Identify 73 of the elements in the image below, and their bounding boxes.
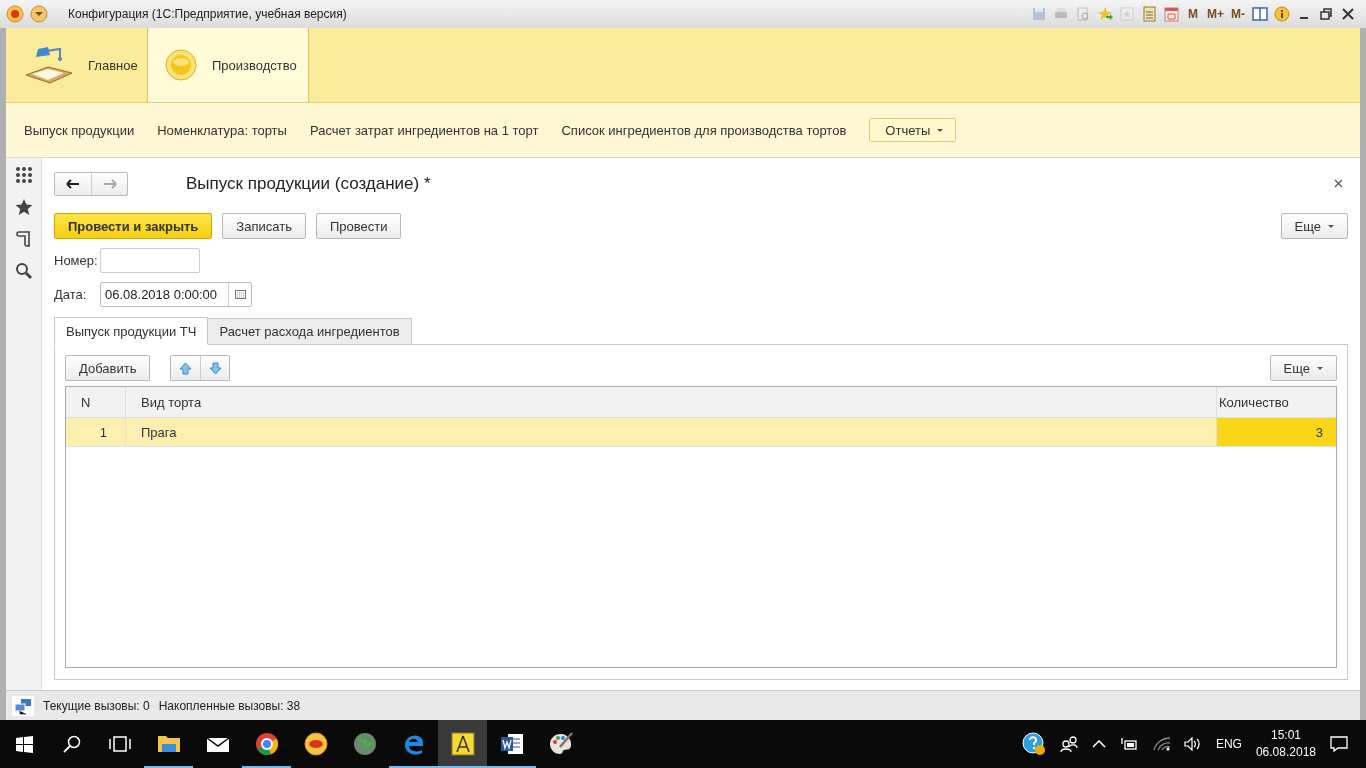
section-tab[interactable]: Главное: [6, 28, 148, 102]
column-header[interactable]: N: [66, 387, 126, 417]
globe-icon: [351, 731, 378, 757]
search-icon[interactable]: [14, 262, 33, 280]
apps-grid-icon[interactable]: [14, 166, 33, 184]
table-cell: 3: [1217, 418, 1336, 446]
more-button[interactable]: Еще: [1280, 213, 1348, 239]
search-icon[interactable]: [63, 735, 81, 753]
caret-icon: [1317, 366, 1323, 370]
menu-dropdown-icon[interactable]: [30, 5, 48, 23]
notifications-icon[interactable]: [1330, 736, 1348, 752]
reports-button[interactable]: Отчеты: [869, 118, 957, 142]
number-field[interactable]: [100, 248, 200, 273]
panels-icon[interactable]: [1252, 6, 1268, 22]
table-row[interactable]: 1 Прага 3: [66, 418, 1336, 447]
app-logo-icon[interactable]: [6, 5, 24, 23]
add-button[interactable]: Добавить: [65, 355, 151, 381]
document-w-icon: [498, 731, 525, 757]
column-header[interactable]: Вид торта: [126, 387, 1217, 417]
down-arrow-icon: [208, 361, 222, 375]
close-icon[interactable]: [1334, 179, 1343, 188]
memory-button[interactable]: M+: [1207, 4, 1224, 24]
people-icon[interactable]: [1059, 736, 1078, 752]
wifi-icon[interactable]: [1151, 737, 1170, 751]
network-computers-icon: [12, 695, 34, 716]
speaker-icon[interactable]: [1183, 737, 1202, 751]
clock-time[interactable]: 15:01: [1270, 727, 1301, 744]
info-icon[interactable]: [1274, 6, 1290, 22]
back-arrow-icon: [66, 178, 80, 189]
restore-icon[interactable]: [1318, 6, 1334, 22]
nav-link[interactable]: Расчет затрат ингредиентов на 1 торт: [309, 122, 539, 138]
field-label: Номер:: [54, 253, 99, 268]
close-icon[interactable]: [1340, 6, 1356, 22]
round-browser-icon: [253, 731, 280, 757]
taskbar-app-button[interactable]: [438, 720, 487, 768]
command-button[interactable]: Провести: [315, 213, 402, 239]
status-text: Текущие вызовы: 0: [43, 698, 150, 713]
field-label: Дата:: [54, 287, 88, 302]
star-arrow-icon[interactable]: [1097, 6, 1113, 22]
nav-link[interactable]: Список ингредиентов для производства тортов: [561, 122, 847, 138]
battery-plug-icon[interactable]: [1119, 737, 1138, 751]
forward-arrow-icon: [102, 178, 117, 189]
chevron-up-icon[interactable]: [1091, 740, 1106, 748]
form-title: Выпуск продукции (создание) *: [186, 173, 432, 194]
calendar-icon[interactable]: [1163, 6, 1179, 22]
language-indicator[interactable]: ENG: [1215, 737, 1242, 751]
caret-icon: [937, 128, 944, 132]
palette-brush-icon: [547, 731, 574, 757]
clock-date[interactable]: 06.08.2018: [1255, 744, 1316, 761]
caret-icon: [1328, 224, 1334, 228]
window-title: Конфигурация (1С:Предприятие, учебная версия): [68, 7, 348, 21]
nav-link[interactable]: Выпуск продукции: [24, 122, 135, 138]
status-text: Накопленные вызовы: 38: [158, 698, 301, 713]
tab[interactable]: Выпуск продукции ТЧ: [54, 317, 209, 345]
calendar-icon[interactable]: [234, 290, 246, 299]
table-cell: 1: [66, 418, 126, 446]
nav-link[interactable]: Номенклатура: торты: [157, 122, 287, 138]
date-field[interactable]: 06.08.2018 0:00:00: [100, 282, 252, 307]
memory-button[interactable]: M-: [1230, 4, 1246, 24]
tab[interactable]: Расчет расхода ингредиентов: [207, 318, 412, 345]
disc-icon: [164, 48, 198, 82]
star-icon[interactable]: [14, 198, 33, 216]
more-button[interactable]: Еще: [1269, 355, 1337, 381]
command-button[interactable]: Записать: [222, 213, 306, 239]
memory-button[interactable]: M: [1185, 4, 1201, 24]
coin-icon: [302, 731, 329, 757]
windows-logo-icon[interactable]: [15, 735, 33, 753]
help-badge-icon[interactable]: [1021, 732, 1046, 756]
column-header[interactable]: Количество: [1217, 387, 1336, 417]
task-view-icon[interactable]: [109, 736, 131, 752]
up-arrow-icon: [179, 361, 193, 375]
command-button[interactable]: Провести и закрыть: [54, 213, 213, 239]
section-tab[interactable]: Производство: [148, 28, 309, 102]
